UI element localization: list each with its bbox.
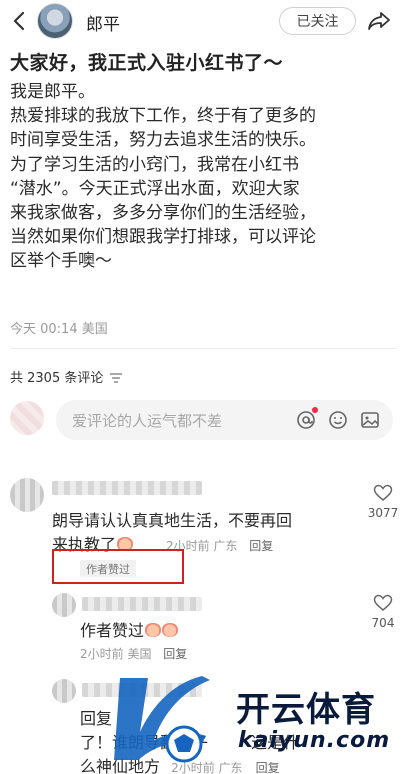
like-button[interactable]: 3077 <box>363 484 403 520</box>
commenter-name[interactable] <box>52 481 202 495</box>
image-icon[interactable] <box>359 409 381 431</box>
like-count: 704 <box>371 616 395 630</box>
comment-time: 2小时前 美国 <box>80 647 152 661</box>
comment-count-label: 共 2305 条评论 <box>10 371 104 386</box>
highlight-box <box>52 549 184 584</box>
like-button[interactable]: 704 <box>363 594 403 630</box>
post-line: 我是郎平。 <box>10 82 95 102</box>
post-line: 区举个手噢～ <box>10 251 112 272</box>
emoji-icon <box>145 622 162 637</box>
comment-input-placeholder: 爱评论的人运气都不差 <box>72 411 223 430</box>
commenter-avatar[interactable] <box>52 593 76 617</box>
comment-count[interactable]: 共 2305 条评论 <box>10 367 123 386</box>
post-body: 我是郎平。 热爱排球的我放下工作，终于有了更多的 时间享受生活，努力去追求生活的… <box>10 80 395 274</box>
comment-line: 作者赞过 <box>80 621 145 640</box>
post-line: 热爱排球的我放下工作，终于有了更多的 <box>10 106 316 127</box>
watermark-logo-icon <box>114 676 210 763</box>
commenter-name[interactable] <box>82 597 202 611</box>
post-title: 大家好，我正式入驻小红书了～ <box>10 52 284 74</box>
reply-button[interactable]: 回复 <box>249 539 273 553</box>
commenter-avatar[interactable] <box>10 478 44 512</box>
author-avatar[interactable] <box>37 3 73 39</box>
watermark-brand: 开云体育 <box>236 690 376 730</box>
divider <box>10 348 396 349</box>
comment-line: 朗导请认认真真地生活，不要再回 <box>52 511 293 530</box>
sort-icon[interactable] <box>109 372 123 383</box>
post-line: 时间享受生活，努力去追求生活的快乐。 <box>10 130 316 151</box>
notification-dot <box>312 407 318 413</box>
watermark-domain: kaiyun.com <box>238 728 391 753</box>
heart-icon <box>373 594 393 611</box>
back-icon[interactable] <box>8 9 30 33</box>
reply-button[interactable]: 回复 <box>163 647 187 661</box>
commenter-avatar[interactable] <box>52 679 76 703</box>
heart-icon <box>373 484 393 501</box>
comment-meta: 2小时前 美国 回复 <box>80 645 187 662</box>
my-avatar <box>10 401 44 435</box>
post-header: 郎平 已关注 <box>0 0 406 42</box>
share-icon[interactable] <box>366 8 392 34</box>
post-line: 来我家做客，多多分享你们的生活经验， <box>10 203 316 224</box>
author-name[interactable]: 郎平 <box>86 10 120 35</box>
comment-text: 作者赞过 <box>80 619 179 643</box>
comment-input[interactable]: 爱评论的人运气都不差 <box>56 400 393 440</box>
follow-button[interactable]: 已关注 <box>279 7 356 35</box>
at-icon[interactable] <box>295 407 318 431</box>
emoji-icon[interactable] <box>327 409 349 431</box>
watermark: 开云体育 kaiyun.com <box>110 668 400 768</box>
post-meta: 今天 00:14 美国 <box>10 322 108 337</box>
post-line: 为了学习生活的小窍门，我常在小红书 <box>10 154 299 175</box>
like-count: 3077 <box>367 506 399 520</box>
post-line: “潜水”。今天正式浮出水面，欢迎大家 <box>10 178 300 199</box>
post-line: 当然如果你们想跟我学打排球，可以评论 <box>10 227 316 248</box>
emoji-icon <box>162 622 179 637</box>
